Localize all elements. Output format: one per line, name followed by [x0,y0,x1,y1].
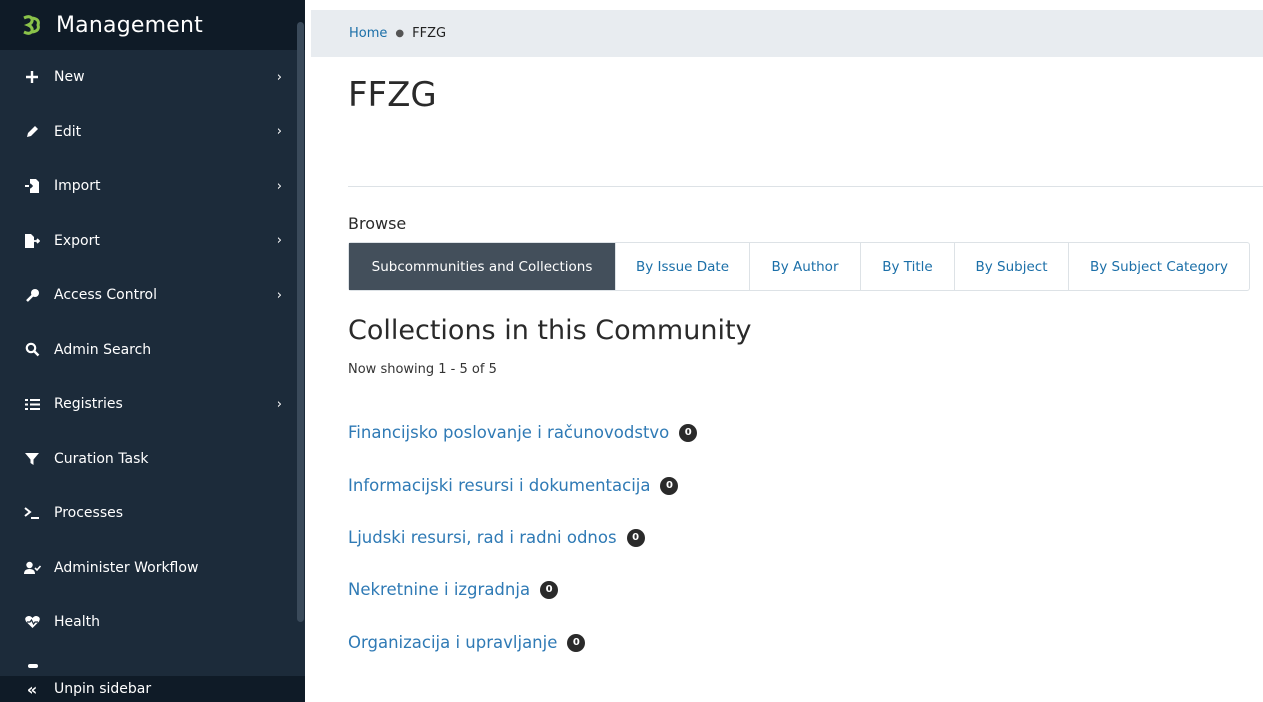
chevron-right-icon: › [276,287,282,303]
sidebar-item-label: Administer Workflow [54,559,199,576]
sidebar-item-registries[interactable]: Registries › [0,377,296,432]
pencil-icon [22,122,42,142]
plus-icon [22,67,42,87]
file-import-icon [22,176,42,196]
sidebar-item-label: Edit [54,123,82,140]
sidebar-scrollbar[interactable] [297,22,304,622]
sidebar-item-label: Registries [54,396,123,413]
chevron-right-icon: › [276,233,282,249]
sidebar-item-edit[interactable]: Edit › [0,105,296,160]
user-check-icon [22,558,42,578]
list-item: Nekretnine i izgradnja 0 [348,580,559,599]
sidebar-item-label: New [54,69,85,86]
item-count-badge: 0 [626,528,645,547]
sidebar-menu: New › Edit › Import › Export › Access Co… [0,50,296,650]
collection-link[interactable]: Financijsko poslovanje i računovodstvo [348,423,669,442]
unpin-sidebar-button[interactable]: « Unpin sidebar [0,676,305,702]
breadcrumb-current: FFZG [412,26,447,41]
browse-tabs: Subcommunities and Collections By Issue … [348,242,1250,291]
sidebar-item-access-control[interactable]: Access Control › [0,268,296,323]
list-item: Ljudski resursi, rad i radni odnos 0 [348,528,645,547]
chevron-right-icon: › [276,124,282,140]
main-content: Home ● FFZG FFZG Browse Subcommunities a… [305,0,1263,702]
tab-subcommunities-and-collections[interactable]: Subcommunities and Collections [349,243,616,290]
tab-by-subject-category[interactable]: By Subject Category [1069,243,1249,290]
sidebar-item-new[interactable]: New › [0,50,296,105]
sidebar-item-label: Processes [54,505,124,522]
sidebar-item-label: Export [54,232,100,249]
sidebar-item-health[interactable]: Health [0,595,296,650]
sidebar-item-curation-task[interactable]: Curation Task [0,432,296,487]
sidebar-item-label: Health [54,614,100,631]
search-icon [22,340,42,360]
list-item: Financijsko poslovanje i računovodstvo 0 [348,423,698,442]
admin-sidebar: Management New › Edit › Import › Export … [0,0,305,702]
tab-by-author[interactable]: By Author [750,243,861,290]
item-count-badge: 0 [567,633,586,652]
sidebar-item-export[interactable]: Export › [0,214,296,269]
section-title: Collections in this Community [348,315,752,346]
browse-label: Browse [348,214,407,233]
key-icon [22,285,42,305]
sidebar-item-administer-workflow[interactable]: Administer Workflow [0,541,296,596]
terminal-icon [22,503,42,523]
chevron-right-icon: › [276,396,282,412]
chevron-right-icon: › [276,69,282,85]
chevron-right-icon: › [276,178,282,194]
sidebar-item-admin-search[interactable]: Admin Search [0,323,296,378]
tab-by-title[interactable]: By Title [861,243,955,290]
item-count-badge: 0 [660,476,679,495]
heartbeat-icon [22,612,42,632]
tab-by-issue-date[interactable]: By Issue Date [616,243,750,290]
collection-link[interactable]: Organizacija i upravljanje [348,633,557,652]
dspace-logo-icon [22,15,40,35]
sidebar-item-label: Access Control [54,287,157,304]
list-icon [22,394,42,414]
results-count: Now showing 1 - 5 of 5 [348,362,497,377]
item-count-badge: 0 [540,580,559,599]
breadcrumb-separator: ● [395,28,405,39]
sidebar-item-import[interactable]: Import › [0,159,296,214]
list-item: Informacijski resursi i dokumentacija 0 [348,476,679,495]
collection-link[interactable]: Nekretnine i izgradnja [348,580,530,599]
breadcrumb: Home ● FFZG [311,10,1263,57]
sidebar-item-label: Import [54,178,101,195]
breadcrumb-home-link[interactable]: Home [349,26,387,41]
page-title: FFZG [348,75,437,115]
sidebar-header: Management [0,0,305,50]
list-item: Organizacija i upravljanje 0 [348,633,586,652]
collection-link[interactable]: Ljudski resursi, rad i radni odnos [348,528,617,547]
sidebar-item-processes[interactable]: Processes [0,486,296,541]
collection-link[interactable]: Informacijski resursi i dokumentacija [348,476,650,495]
partially-hidden-item [28,664,38,668]
item-count-badge: 0 [679,423,698,442]
sidebar-item-label: Admin Search [54,341,152,358]
sidebar-item-label: Curation Task [54,450,149,467]
unpin-sidebar-label: Unpin sidebar [54,681,152,697]
filter-icon [22,449,42,469]
tab-by-subject[interactable]: By Subject [955,243,1069,290]
file-export-icon [22,231,42,251]
divider [348,186,1263,187]
sidebar-title: Management [56,12,203,38]
double-chevron-left-icon: « [26,679,38,699]
